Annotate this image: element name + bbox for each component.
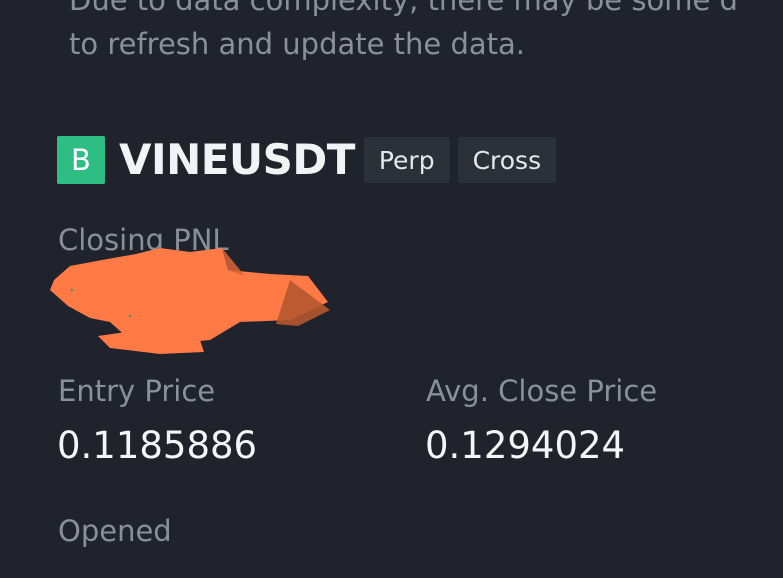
entry-price-label: Entry Price	[58, 374, 216, 408]
symbol-title: VINEUSDT	[119, 135, 355, 184]
entry-price-value: 0.1185886	[57, 424, 258, 467]
margin-mode-tag: Cross	[457, 137, 557, 183]
pnl-redaction-scribble	[50, 248, 330, 354]
notice-line-2: to refresh and update the data.	[69, 27, 526, 61]
avg-close-price-value: 0.1294024	[425, 424, 626, 467]
opened-label: Opened	[58, 514, 172, 548]
notice-line-1: Due to data complexity, there may be som…	[69, 0, 738, 17]
data-notice: Due to data complexity, there may be som…	[69, 0, 783, 66]
perp-tag: Perp	[363, 137, 450, 183]
buy-side-badge: B	[57, 136, 105, 184]
avg-close-price-label: Avg. Close Price	[426, 374, 658, 408]
position-header: B VINEUSDT Perp Cross	[57, 135, 557, 184]
